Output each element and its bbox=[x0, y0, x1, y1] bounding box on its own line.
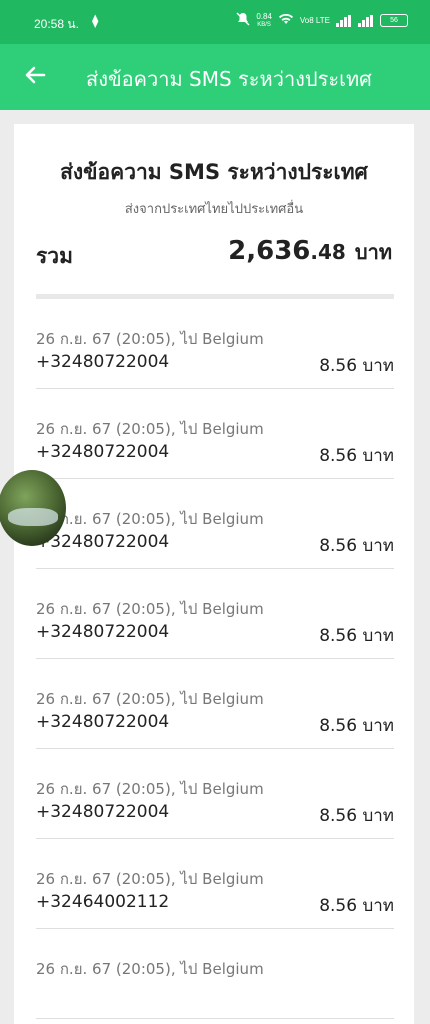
total-main: 2,636 bbox=[228, 236, 311, 266]
item-phone: +32480722004 bbox=[36, 622, 170, 642]
wifi-icon bbox=[278, 13, 294, 28]
sms-list: 26 ก.ย. 67 (20:05), ไป Belgium +32480722… bbox=[36, 299, 394, 1019]
page-title: ส่งข้อความ SMS ระหว่างประเทศ bbox=[86, 67, 372, 91]
list-item[interactable]: 26 ก.ย. 67 (20:05), ไป Belgium +32480722… bbox=[36, 749, 394, 839]
total-label: รวม bbox=[36, 244, 73, 268]
item-amount: 8.56 บาท bbox=[319, 716, 394, 736]
card-subtitle: ส่งจากประเทศไทยไปประเทศอื่น bbox=[124, 202, 304, 217]
item-amount: 8.56 บาท bbox=[319, 626, 394, 646]
floating-chat-head[interactable] bbox=[0, 470, 66, 546]
item-meta: 26 ก.ย. 67 (20:05), ไป Belgium bbox=[36, 600, 264, 618]
item-phone: +32480722004 bbox=[36, 352, 170, 372]
item-amount: 8.56 บาท bbox=[319, 356, 394, 376]
list-item[interactable]: 26 ก.ย. 67 (20:05), ไป Belgium +32464002… bbox=[36, 839, 394, 929]
total-value: 2,636.48 บาท bbox=[228, 236, 392, 268]
battery-icon: 56 bbox=[380, 14, 408, 27]
list-item[interactable]: 26 ก.ย. 67 (20:05), ไป Belgium +32480722… bbox=[36, 659, 394, 749]
bell-off-icon bbox=[236, 12, 250, 29]
net-speed: 0.84 KB/S bbox=[256, 11, 272, 29]
list-item[interactable]: 26 ก.ย. 67 (20:05), ไป Belgium +32480722… bbox=[36, 479, 394, 569]
net-speed-value: 0.84 bbox=[256, 11, 272, 21]
item-phone: +32464002112 bbox=[36, 892, 170, 912]
item-phone: +32480722004 bbox=[36, 532, 170, 552]
total-unit: บาท bbox=[354, 240, 392, 264]
item-meta: 26 ก.ย. 67 (20:05), ไป Belgium bbox=[36, 510, 264, 528]
item-amount: 8.56 บาท bbox=[319, 536, 394, 556]
arrow-left-icon[interactable] bbox=[22, 62, 48, 88]
item-meta: 26 ก.ย. 67 (20:05), ไป Belgium bbox=[36, 960, 264, 978]
status-right: 0.84 KB/S Vo8 LTE 56 bbox=[236, 12, 408, 29]
item-meta: 26 ก.ย. 67 (20:05), ไป Belgium bbox=[36, 420, 264, 438]
item-phone: +32480722004 bbox=[36, 442, 170, 462]
item-meta: 26 ก.ย. 67 (20:05), ไป Belgium bbox=[36, 780, 264, 798]
signal-icon bbox=[336, 14, 352, 27]
list-item[interactable]: 26 ก.ย. 67 (20:05), ไป Belgium +32480722… bbox=[36, 389, 394, 479]
item-meta: 26 ก.ย. 67 (20:05), ไป Belgium bbox=[36, 870, 264, 888]
list-item[interactable]: 26 ก.ย. 67 (20:05), ไป Belgium +32480722… bbox=[36, 569, 394, 659]
item-phone: +32480722004 bbox=[36, 712, 170, 732]
status-bar: 20:58 น. ⧫ 0.84 KB/S Vo8 LTE 56 bbox=[0, 0, 430, 44]
item-amount: 8.56 บาท bbox=[319, 896, 394, 916]
list-item[interactable]: 26 ก.ย. 67 (20:05), ไป Belgium +32480722… bbox=[36, 299, 394, 389]
net-speed-unit: KB/S bbox=[257, 21, 271, 28]
total-cents: .48 bbox=[310, 240, 346, 264]
list-item[interactable]: 26 ก.ย. 67 (20:05), ไป Belgium bbox=[36, 929, 394, 1019]
item-amount: 8.56 บาท bbox=[319, 446, 394, 466]
item-amount: 8.56 บาท bbox=[319, 806, 394, 826]
signal-icon-2 bbox=[358, 14, 374, 27]
item-meta: 26 ก.ย. 67 (20:05), ไป Belgium bbox=[36, 330, 264, 348]
item-meta: 26 ก.ย. 67 (20:05), ไป Belgium bbox=[36, 690, 264, 708]
item-phone: +32480722004 bbox=[36, 802, 170, 822]
summary-card: ส่งข้อความ SMS ระหว่างประเทศ ส่งจากประเท… bbox=[14, 124, 414, 1024]
app-bar: ส่งข้อความ SMS ระหว่างประเทศ bbox=[0, 44, 430, 110]
status-time: 20:58 น. bbox=[34, 17, 79, 31]
notification-icon: ⧫ bbox=[92, 13, 99, 28]
volte-label: Vo8 LTE bbox=[299, 15, 330, 25]
card-title: ส่งข้อความ SMS ระหว่างประเทศ bbox=[60, 160, 368, 184]
